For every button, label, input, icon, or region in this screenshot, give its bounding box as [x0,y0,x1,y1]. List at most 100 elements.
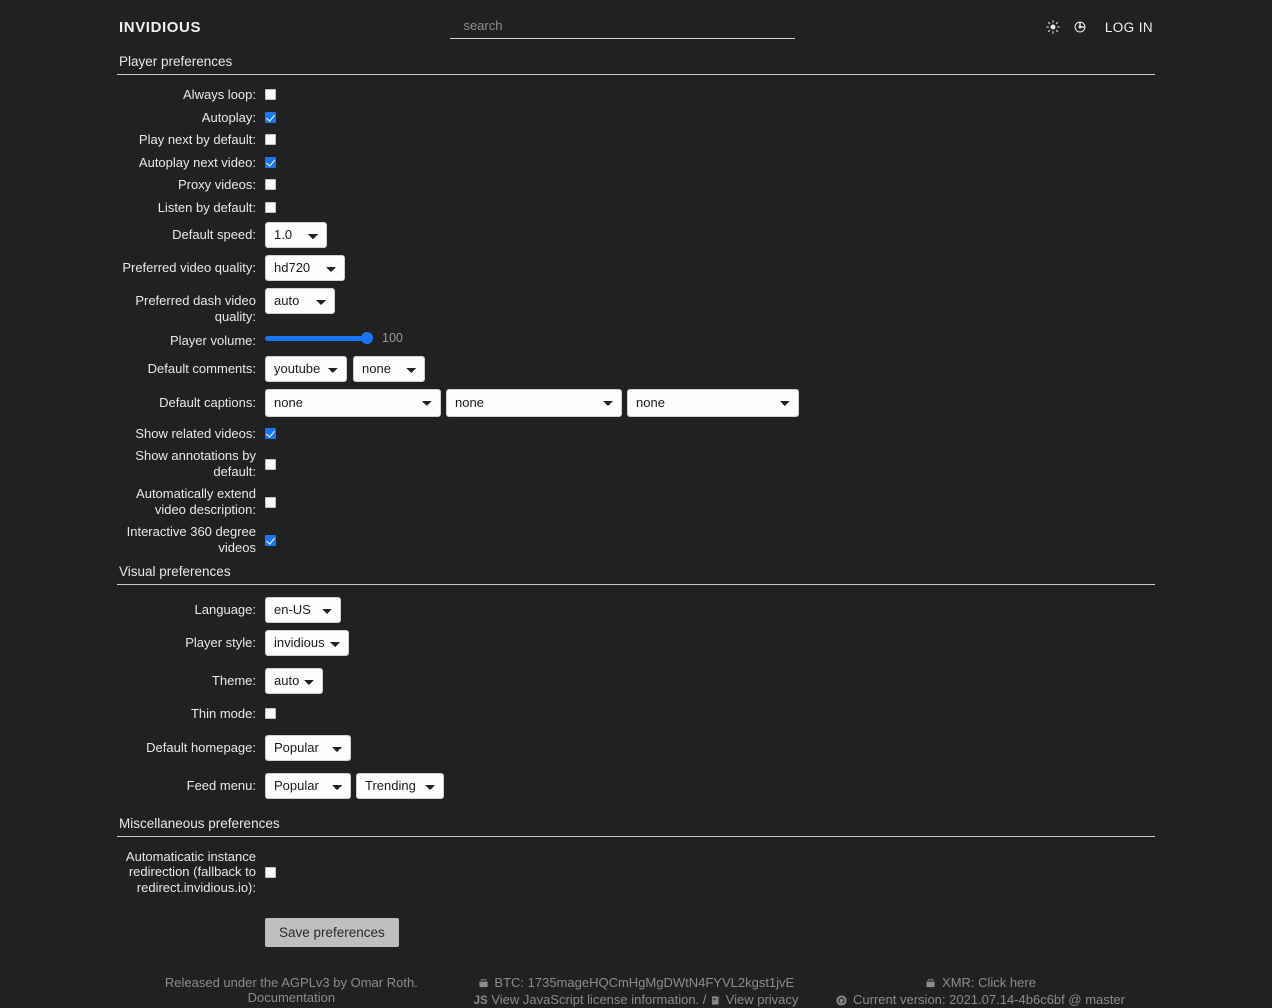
sun-icon[interactable] [1045,19,1062,36]
label-player-style: Player style: [117,630,265,651]
checkbox-extend-description[interactable] [265,497,276,508]
checkbox-autoplay[interactable] [265,112,276,123]
footer-btc-link[interactable]: BTC: 1735mageHQCmHgMgDWtN4FYVL2kgst1jvE [494,975,794,990]
document-icon [710,994,720,1008]
label-auto-instance-redirect: Automaticatic instance redirection (fall… [117,849,265,896]
field-autoplay: Autoplay: [117,110,1155,126]
checkbox-always-loop[interactable] [265,89,276,100]
label-play-next-by-default: Play next by default: [117,132,265,148]
legend-visual-preferences: Visual preferences [117,564,1155,584]
checkbox-show-related-videos[interactable] [265,428,276,439]
footer-documentation-link[interactable]: Documentation [248,990,335,1005]
select-default-comments-1[interactable]: youtube [265,356,347,382]
footer-js-license-link[interactable]: View JavaScript license information. [491,992,699,1007]
label-autoplay-next-video: Autoplay next video: [117,155,265,171]
select-default-captions-2[interactable]: none [446,389,622,417]
select-feed-menu-2[interactable]: Trending [356,773,444,799]
footer: Released under the AGPLv3 by Omar Roth. … [0,947,1272,1008]
select-preferred-video-quality[interactable]: hd720 [265,255,345,281]
field-default-speed: Default speed: 1.0 [117,222,1155,248]
label-preferred-video-quality: Preferred video quality: [117,255,265,276]
legend-rule-misc [117,836,1155,837]
legend-rule-visual [117,584,1155,585]
field-player-style: Player style: invidious [117,630,1155,656]
navbar: INVIDIOUS [0,0,1272,54]
checkbox-listen-by-default[interactable] [265,202,276,213]
select-default-homepage[interactable]: Popular [265,735,351,761]
save-preferences-button[interactable]: Save preferences [265,918,399,947]
search-input[interactable] [450,15,795,39]
select-theme[interactable]: auto [265,668,323,694]
field-listen-by-default: Listen by default: [117,200,1155,216]
select-default-comments-2[interactable]: none [353,356,425,382]
label-interactive-360: Interactive 360 degree videos [117,524,265,555]
search-form [450,15,795,39]
field-default-captions: Default captions: none none none [117,389,1155,417]
bitcoin-icon [478,977,489,992]
footer-version-link[interactable]: Current version: 2021.07.14-4b6c6bf @ ma… [853,992,1125,1007]
select-feed-menu-1[interactable]: Popular [265,773,351,799]
footer-xmr-link[interactable]: XMR: Click here [942,975,1036,990]
player-volume-value: 100 [382,331,403,345]
checkbox-interactive-360[interactable] [265,535,276,546]
legend-player-preferences: Player preferences [117,54,1155,74]
label-listen-by-default: Listen by default: [117,200,265,216]
label-extend-description: Automatically extend video description: [117,486,265,517]
brand-logo[interactable]: INVIDIOUS [119,19,201,36]
label-proxy-videos: Proxy videos: [117,177,265,193]
label-preferred-dash-video-quality: Preferred dash video quality: [117,288,265,324]
checkbox-thin-mode[interactable] [265,708,276,719]
checkbox-auto-instance-redirect[interactable] [265,867,276,878]
label-always-loop: Always loop: [117,87,265,103]
footer-separator: / [703,992,707,1007]
label-feed-menu: Feed menu: [117,773,265,794]
preferences-form: Player preferences Always loop: Autoplay… [0,54,1272,947]
gear-icon[interactable] [1072,19,1089,36]
footer-left: Released under the AGPLv3 by Omar Roth. … [119,975,464,1008]
field-theme: Theme: auto [117,668,1155,694]
label-show-annotations: Show annotations by default: [117,448,265,479]
field-extend-description: Automatically extend video description: [117,486,1155,517]
checkbox-show-annotations[interactable] [265,459,276,470]
checkbox-proxy-videos[interactable] [265,179,276,190]
field-thin-mode: Thin mode: [117,706,1155,722]
label-default-captions: Default captions: [117,389,265,411]
select-preferred-dash-video-quality[interactable]: auto [265,288,335,314]
legend-misc-preferences: Miscellaneous preferences [117,816,1155,836]
label-thin-mode: Thin mode: [117,706,265,722]
label-player-volume: Player volume: [117,331,265,349]
select-player-style[interactable]: invidious [265,630,349,656]
field-show-related-videos: Show related videos: [117,426,1155,442]
field-always-loop: Always loop: [117,87,1155,103]
select-default-captions-1[interactable]: none [265,389,441,417]
footer-center: BTC: 1735mageHQCmHgMgDWtN4FYVL2kgst1jvE … [464,975,809,1008]
field-play-next-by-default: Play next by default: [117,132,1155,148]
select-default-speed[interactable]: 1.0 [265,222,327,248]
select-language[interactable]: en-US [265,597,341,623]
label-autoplay: Autoplay: [117,110,265,126]
field-proxy-videos: Proxy videos: [117,177,1155,193]
field-interactive-360: Interactive 360 degree videos [117,524,1155,555]
field-autoplay-next-video: Autoplay next video: [117,155,1155,171]
save-row: Save preferences [117,918,1155,947]
navbar-right: LOG IN [1045,19,1153,36]
field-language: Language: en-US [117,597,1155,623]
field-show-annotations: Show annotations by default: [117,448,1155,479]
javascript-badge-icon: JS [474,995,488,1007]
label-theme: Theme: [117,668,265,689]
field-player-volume: Player volume: 100 [117,331,1155,349]
footer-right: XMR: Click here Current version: 2021.07… [808,975,1153,1008]
field-preferred-dash-video-quality: Preferred dash video quality: auto [117,288,1155,324]
navbar-center [201,15,1045,39]
field-default-homepage: Default homepage: Popular [117,735,1155,761]
checkbox-play-next-by-default[interactable] [265,134,276,145]
label-default-comments: Default comments: [117,356,265,377]
save-spacer [117,918,265,947]
footer-license-text: Released under the AGPLv3 by Omar Roth. [119,975,464,990]
monero-icon [925,977,936,992]
field-feed-menu: Feed menu: Popular Trending [117,773,1155,799]
slider-player-volume[interactable] [265,332,373,344]
login-link[interactable]: LOG IN [1105,20,1153,35]
checkbox-autoplay-next-video[interactable] [265,157,276,168]
select-default-captions-3[interactable]: none [627,389,799,417]
